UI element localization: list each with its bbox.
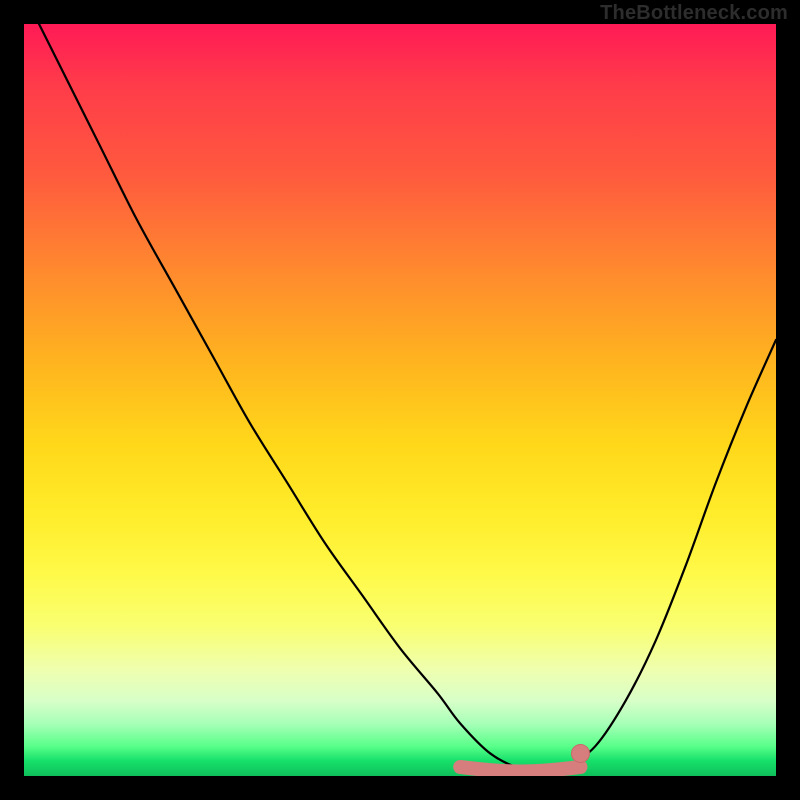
optimal-end-dot xyxy=(571,744,589,762)
bottleneck-curve xyxy=(24,24,776,772)
plot-area xyxy=(24,24,776,776)
optimal-zone-band xyxy=(460,767,580,772)
chart-frame: TheBottleneck.com xyxy=(0,0,800,800)
curve-layer xyxy=(24,24,776,776)
watermark-text: TheBottleneck.com xyxy=(600,2,788,25)
